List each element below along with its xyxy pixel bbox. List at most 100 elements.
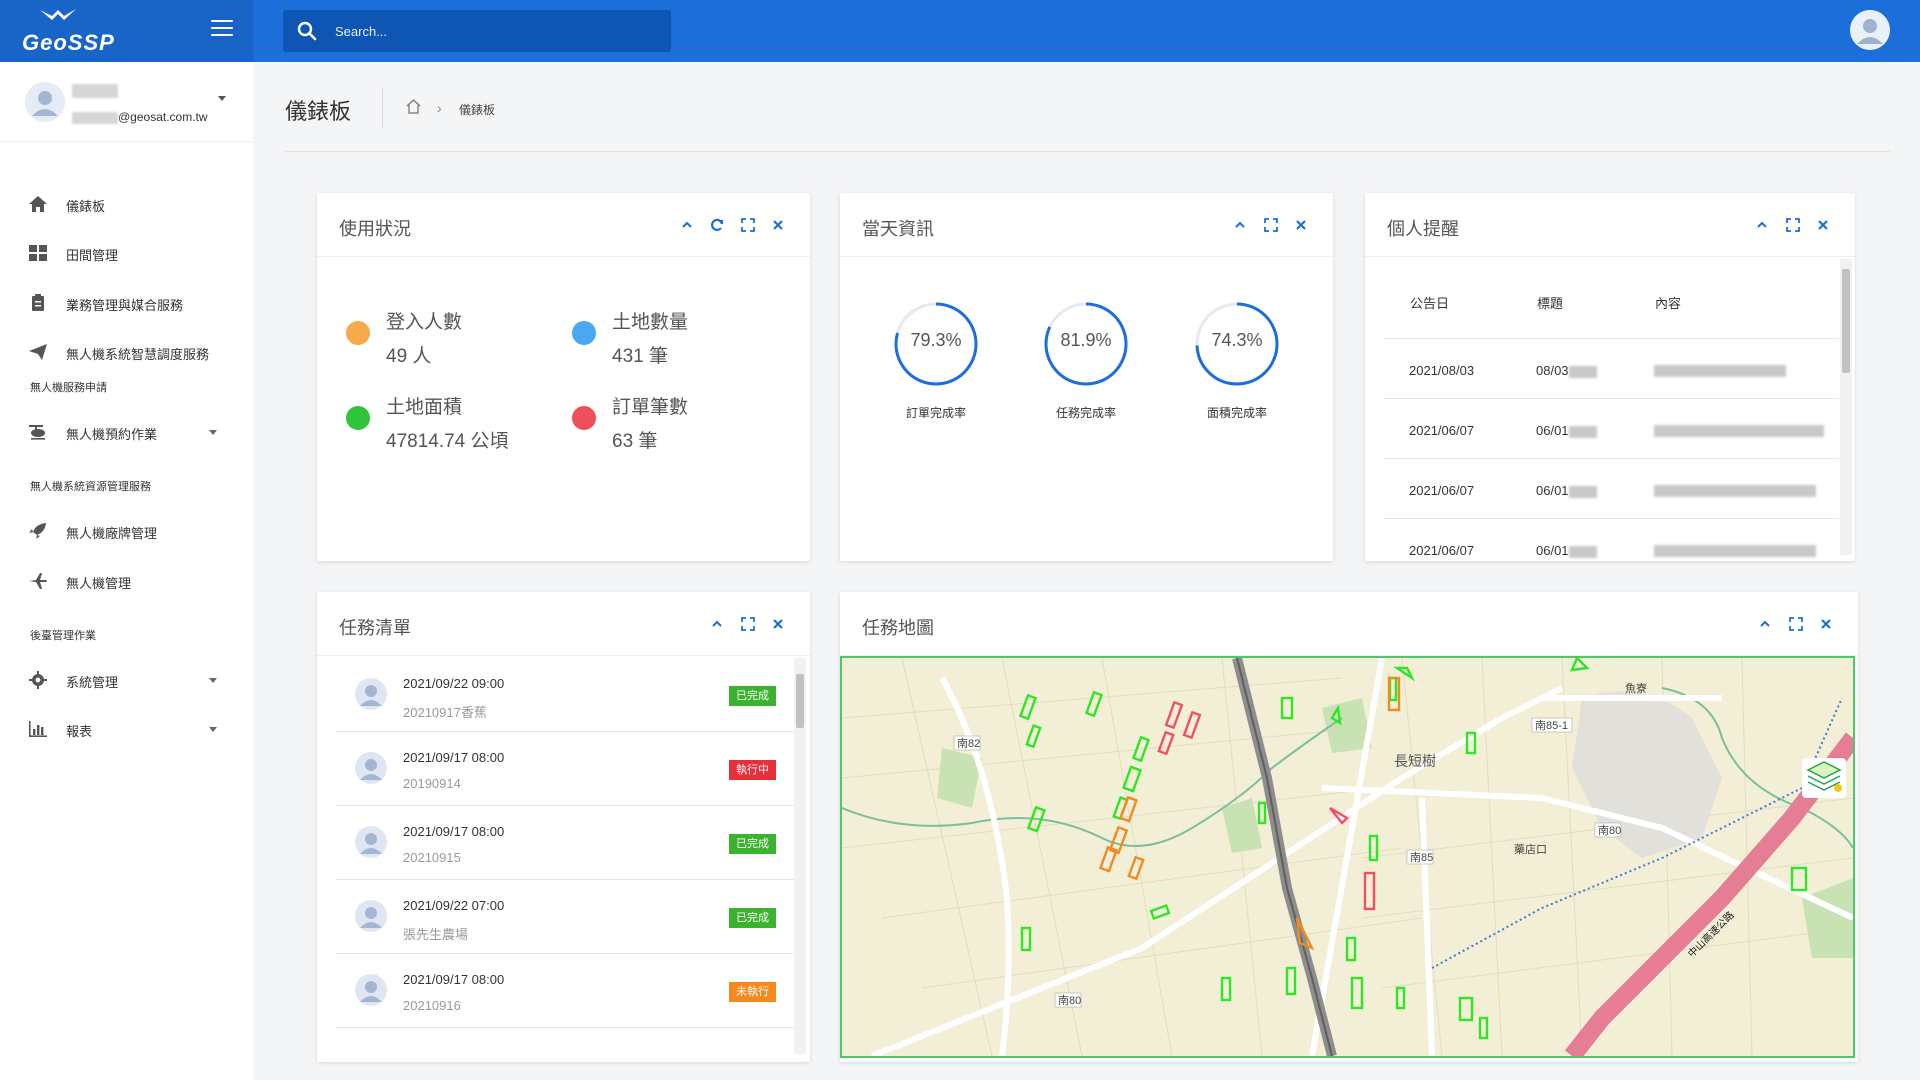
reminders-scrollbar[interactable] <box>1840 259 1852 555</box>
list-item[interactable]: 2021/09/17 08:00 20190914 執行中 <box>335 732 799 806</box>
sidebar-item-field[interactable]: 田間管理 <box>0 233 253 273</box>
scrollbar-thumb[interactable] <box>796 674 804 728</box>
ring-order-completion: 79.3% 訂單完成率 <box>891 299 981 420</box>
map-label: 藥店口 <box>1514 842 1547 856</box>
sidebar-item-booking[interactable]: 無人機預約作業 <box>0 412 253 452</box>
logo-wing-icon <box>40 9 76 20</box>
breadcrumb-chevron-icon: › <box>437 100 442 116</box>
top-bar: GeoSSP <box>0 0 1920 62</box>
expand-icon[interactable] <box>740 217 756 233</box>
search-icon <box>297 21 317 41</box>
expand-icon[interactable] <box>1263 217 1279 233</box>
sidebar-item-report[interactable]: 報表 <box>0 709 253 749</box>
card-title: 任務地圖 <box>862 618 934 638</box>
task-avatar-icon <box>355 826 387 858</box>
usage-card: 使用狀況 登入人數 49 人 土地數量 431 筆 土地面積 47814.74 … <box>317 193 810 561</box>
content-redacted <box>1654 545 1816 557</box>
collapse-icon[interactable] <box>1757 616 1773 632</box>
nav-section-admin: 後臺管理作業 <box>30 630 96 642</box>
user-name-redacted <box>72 84 118 98</box>
card-title: 當天資訊 <box>862 219 934 239</box>
ring-task-completion: 81.9% 任務完成率 <box>1041 299 1131 420</box>
list-item[interactable]: 2021/09/22 09:00 20210917香蕉 已完成 <box>335 658 799 732</box>
reminders-card: 個人提醒 公告日 標題 內容 2021/08/03 08/03 2021/06/… <box>1365 193 1855 561</box>
list-item[interactable]: 2021/09/17 08:00 20210915 已完成 <box>335 806 799 880</box>
table-row[interactable]: 2021/08/03 08/03 <box>1383 338 1839 398</box>
paper-plane-icon <box>29 344 47 360</box>
home-icon <box>29 196 47 212</box>
sidebar-item-drone[interactable]: 無人機管理 <box>0 561 253 601</box>
col-header-title: 標題 <box>1537 296 1564 311</box>
card-header: 個人提醒 <box>1365 193 1855 257</box>
nav-section-drone-service: 無人機服務申請 <box>30 382 107 394</box>
user-menu-chevron-icon[interactable] <box>218 96 226 101</box>
breadcrumb-home-icon[interactable] <box>405 98 422 115</box>
sidebar-item-dispatch[interactable]: 無人機系統智慧調度服務 <box>0 332 253 372</box>
nav-section-resource: 無人機系統資源管理服務 <box>30 481 151 493</box>
close-icon[interactable] <box>1815 217 1831 233</box>
close-icon[interactable] <box>1818 616 1834 632</box>
search-box[interactable] <box>283 10 671 52</box>
scrollbar-thumb[interactable] <box>1842 269 1850 373</box>
profile-avatar-icon <box>25 82 65 122</box>
stat-dot <box>572 321 596 345</box>
grid-icon <box>29 245 47 261</box>
bar-chart-icon <box>29 721 47 737</box>
refresh-icon[interactable] <box>709 217 725 233</box>
sidebar-item-dashboard[interactable]: 儀錶板 <box>0 184 253 224</box>
table-row[interactable]: 2021/06/07 06/01 <box>1383 518 1839 561</box>
search-input[interactable] <box>335 10 655 52</box>
sidebar-item-business[interactable]: 業務管理與媒合服務 <box>0 283 253 323</box>
map-label: 魚寮 <box>1625 681 1647 695</box>
table-row[interactable]: 2021/06/07 06/01 <box>1383 458 1839 518</box>
sidebar: @geosat.com.tw 儀錶板 田間管理 業務管理與媒合服務 無人機系統智… <box>0 62 253 1080</box>
today-card: 當天資訊 79.3% 訂單完成率 81.9% 任務完成率 74.3% 面積完成率 <box>840 193 1333 561</box>
collapse-icon[interactable] <box>679 217 695 233</box>
card-header: 使用狀況 <box>317 193 810 257</box>
status-badge: 執行中 <box>729 760 776 780</box>
user-email: @geosat.com.tw <box>72 110 208 124</box>
map-label: 南80 <box>1598 824 1621 837</box>
map-label: 南80 <box>1058 994 1081 1007</box>
card-header: 任務地圖 <box>840 592 1858 656</box>
stat-dot <box>346 406 370 430</box>
expand-icon[interactable] <box>1785 217 1801 233</box>
page-title: 儀錶板 <box>285 99 352 124</box>
user-avatar-icon[interactable] <box>1850 10 1890 50</box>
plane-icon <box>29 573 47 589</box>
map-label: 長短樹 <box>1394 753 1436 769</box>
task-map[interactable]: 南82 南85-1 長短樹 南80 南85 藥店口 南80 魚寮 中山高速公路 <box>840 656 1855 1058</box>
close-icon[interactable] <box>770 217 786 233</box>
map-label: 南85 <box>1410 851 1433 864</box>
collapse-icon[interactable] <box>709 616 725 632</box>
chevron-down-icon <box>209 727 217 732</box>
task-avatar-icon <box>355 974 387 1006</box>
expand-icon[interactable] <box>740 616 756 632</box>
map-layers-icon[interactable] <box>1802 758 1846 798</box>
close-icon[interactable] <box>770 616 786 632</box>
content-redacted <box>1654 425 1824 437</box>
stat-dot <box>572 406 596 430</box>
sidebar-item-system[interactable]: 系統管理 <box>0 660 253 700</box>
collapse-icon[interactable] <box>1232 217 1248 233</box>
list-item[interactable]: 2021/09/22 07:00 張先生農場 已完成 <box>335 880 799 954</box>
header-divider <box>285 151 1890 152</box>
status-badge: 已完成 <box>729 834 776 854</box>
status-badge: 已完成 <box>729 908 776 928</box>
list-item[interactable]: 2021/09/17 08:00 20210916 未執行 <box>335 954 799 1028</box>
rocket-icon <box>29 523 46 539</box>
status-badge: 已完成 <box>729 686 776 706</box>
content-redacted <box>1654 365 1786 377</box>
collapse-icon[interactable] <box>1754 217 1770 233</box>
card-header: 任務清單 <box>317 592 810 656</box>
close-icon[interactable] <box>1293 217 1309 233</box>
expand-icon[interactable] <box>1788 616 1804 632</box>
tasks-scrollbar[interactable] <box>794 658 806 1054</box>
sidebar-item-brand[interactable]: 無人機廠牌管理 <box>0 511 253 551</box>
menu-toggle-icon[interactable] <box>211 20 233 38</box>
tasks-card: 任務清單 2021/09/22 09:00 20210917香蕉 已完成 202… <box>317 592 810 1062</box>
map-label: 南85-1 <box>1535 719 1568 732</box>
helicopter-icon <box>29 425 45 440</box>
table-row[interactable]: 2021/06/07 06/01 <box>1383 398 1839 458</box>
card-header: 當天資訊 <box>840 193 1333 257</box>
